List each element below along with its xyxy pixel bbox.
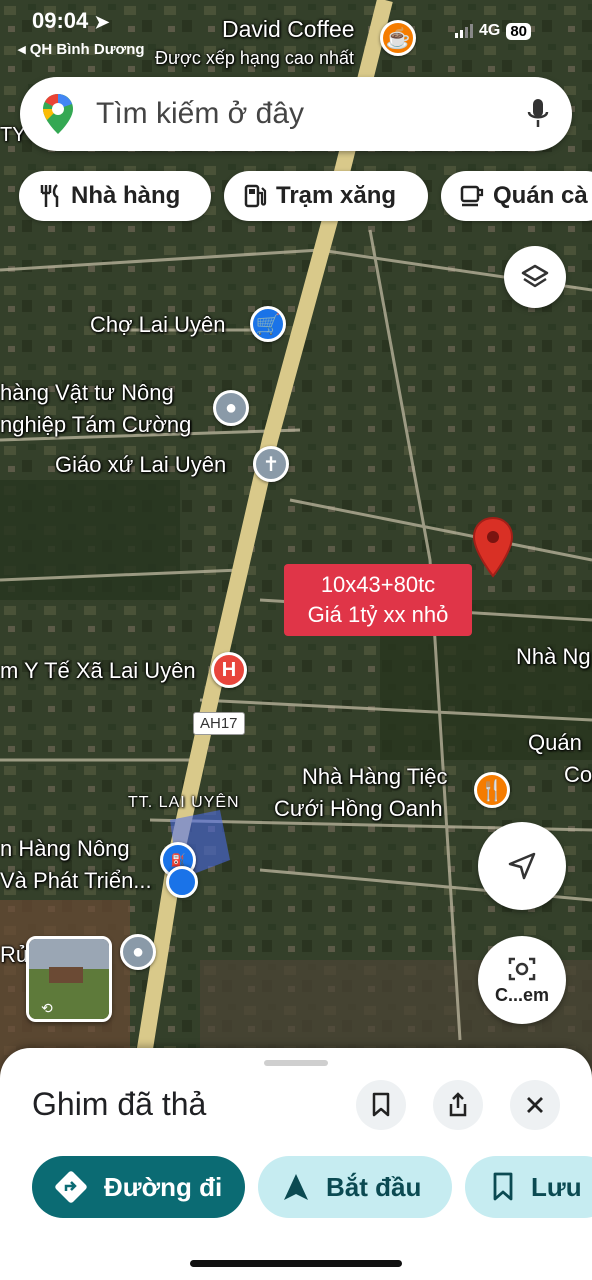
microphone-icon[interactable] — [526, 97, 550, 131]
coffee-poi-icon[interactable]: ☕ — [380, 20, 416, 56]
directions-label: Đường đi — [104, 1171, 223, 1202]
camera-search-button[interactable]: C...em — [478, 936, 566, 1024]
my-location-button[interactable] — [478, 822, 566, 910]
hospital-icon[interactable]: H — [211, 652, 247, 688]
poi-nha-ng-label[interactable]: Nhà Ng — [516, 644, 591, 670]
status-time: 09:04 ➤ — [32, 8, 110, 34]
network-type: 4G — [479, 22, 501, 39]
search-input[interactable]: Tìm kiếm ở đây — [96, 97, 304, 131]
poi-vat-tu-label-1[interactable]: hàng Vật tư Nông — [0, 380, 174, 406]
road-shield-ah17: AH17 — [193, 712, 245, 735]
poi-vat-tu-label-2[interactable]: nghiệp Tám Cường — [0, 412, 191, 438]
layers-icon — [521, 264, 549, 288]
battery-icon: 80 — [506, 22, 532, 40]
poi-y-te-label[interactable]: m Y Tế Xã Lai Uyên — [0, 658, 196, 684]
google-maps-logo-icon — [43, 94, 73, 134]
layers-button[interactable] — [504, 246, 566, 308]
poi-nong-label-2[interactable]: Và Phát Triển... — [0, 868, 152, 894]
poi-nha-hang-label-1[interactable]: Nhà Hàng Tiệc — [302, 764, 448, 790]
close-button[interactable] — [510, 1080, 560, 1130]
share-icon — [449, 1092, 467, 1117]
share-button[interactable] — [433, 1080, 483, 1130]
close-icon — [527, 1097, 543, 1113]
poi-giao-xu-label[interactable]: Giáo xứ Lai Uyên — [55, 452, 226, 478]
shopping-cart-icon[interactable]: 🛒 — [250, 306, 286, 342]
status-indicators: 4G 80 — [455, 22, 532, 40]
coffee-cup-icon — [460, 185, 484, 207]
place-marker-icon-2[interactable]: ● — [120, 934, 156, 970]
poi-cho-lai-uyen-label[interactable]: Chợ Lai Uyên — [90, 312, 226, 338]
chip-label: Nhà hàng — [71, 182, 181, 209]
listing-annotation: 10x43+80tc Giá 1tỷ xx nhỏ — [284, 564, 472, 636]
camera-search-label: C...em — [494, 984, 550, 1005]
dropped-pin-icon[interactable] — [472, 516, 514, 583]
poi-co-label[interactable]: Co — [564, 762, 592, 788]
annotation-size: 10x43+80tc — [320, 572, 436, 597]
navigation-arrow-icon — [508, 852, 536, 880]
place-marker-icon[interactable]: ● — [213, 390, 249, 426]
street-view-thumbnail[interactable]: ⟲ — [26, 936, 112, 1022]
fork-knife-icon — [40, 184, 59, 207]
poi-nha-hang-label-2[interactable]: Cưới Hồng Oanh — [274, 796, 443, 822]
chip-restaurants[interactable]: Nhà hàng — [19, 171, 211, 221]
back-to-app-link[interactable]: ◂ QH Bình Dương — [18, 40, 145, 58]
bookmark-icon — [372, 1092, 390, 1117]
poi-nong-label-1[interactable]: n Hàng Nông — [0, 836, 130, 862]
start-label: Bắt đầu — [326, 1171, 422, 1202]
church-cross-icon[interactable]: ✝ — [253, 446, 289, 482]
camera-lens-icon — [508, 957, 536, 980]
current-location-dot — [166, 866, 198, 898]
poi-david-coffee-label[interactable]: David Coffee — [222, 16, 355, 43]
restaurant-icon[interactable]: 🍴 — [474, 772, 510, 808]
directions-button[interactable]: Đường đi — [32, 1156, 245, 1218]
poi-ru-label[interactable]: Rủ — [0, 942, 28, 968]
chip-label: Quán cà — [493, 182, 588, 209]
save-button[interactable]: Lưu — [465, 1156, 592, 1218]
sheet-drag-handle[interactable] — [264, 1060, 328, 1066]
svg-text:⟲: ⟲ — [41, 1001, 53, 1017]
chip-label: Trạm xăng — [276, 182, 397, 209]
poi-david-coffee-rating: Được xếp hạng cao nhất — [155, 48, 354, 68]
sheet-title: Ghim đã thả — [32, 1086, 207, 1122]
save-label: Lưu — [531, 1171, 582, 1202]
place-bottom-sheet[interactable]: Ghim đã thả Đường đi Bắt đầu Lưu — [0, 1048, 592, 1280]
home-indicator — [190, 1260, 402, 1267]
search-bar[interactable]: Tìm kiếm ở đây — [20, 77, 572, 151]
navigation-start-icon — [284, 1174, 308, 1200]
signal-icon — [455, 24, 473, 38]
directions-icon — [55, 1171, 87, 1203]
poi-quan-label[interactable]: Quán — [528, 730, 582, 756]
town-label-tt-lai-uyen: TT. LAI UYÊN — [128, 794, 240, 811]
save-bookmark-button[interactable] — [356, 1080, 406, 1130]
location-arrow-icon: ➤ — [94, 12, 110, 32]
chip-coffee[interactable]: Quán cà — [441, 171, 592, 221]
start-button[interactable]: Bắt đầu — [258, 1156, 452, 1218]
clock: 09:04 — [32, 8, 89, 33]
chip-gas-stations[interactable]: Trạm xăng — [224, 171, 428, 221]
annotation-price: Giá 1tỷ xx nhỏ — [307, 602, 449, 627]
bookmark-save-icon — [493, 1172, 513, 1201]
gas-station-icon — [244, 184, 267, 208]
map-view[interactable]: David Coffee Được xếp hạng cao nhất ☕ TY… — [0, 0, 592, 1082]
